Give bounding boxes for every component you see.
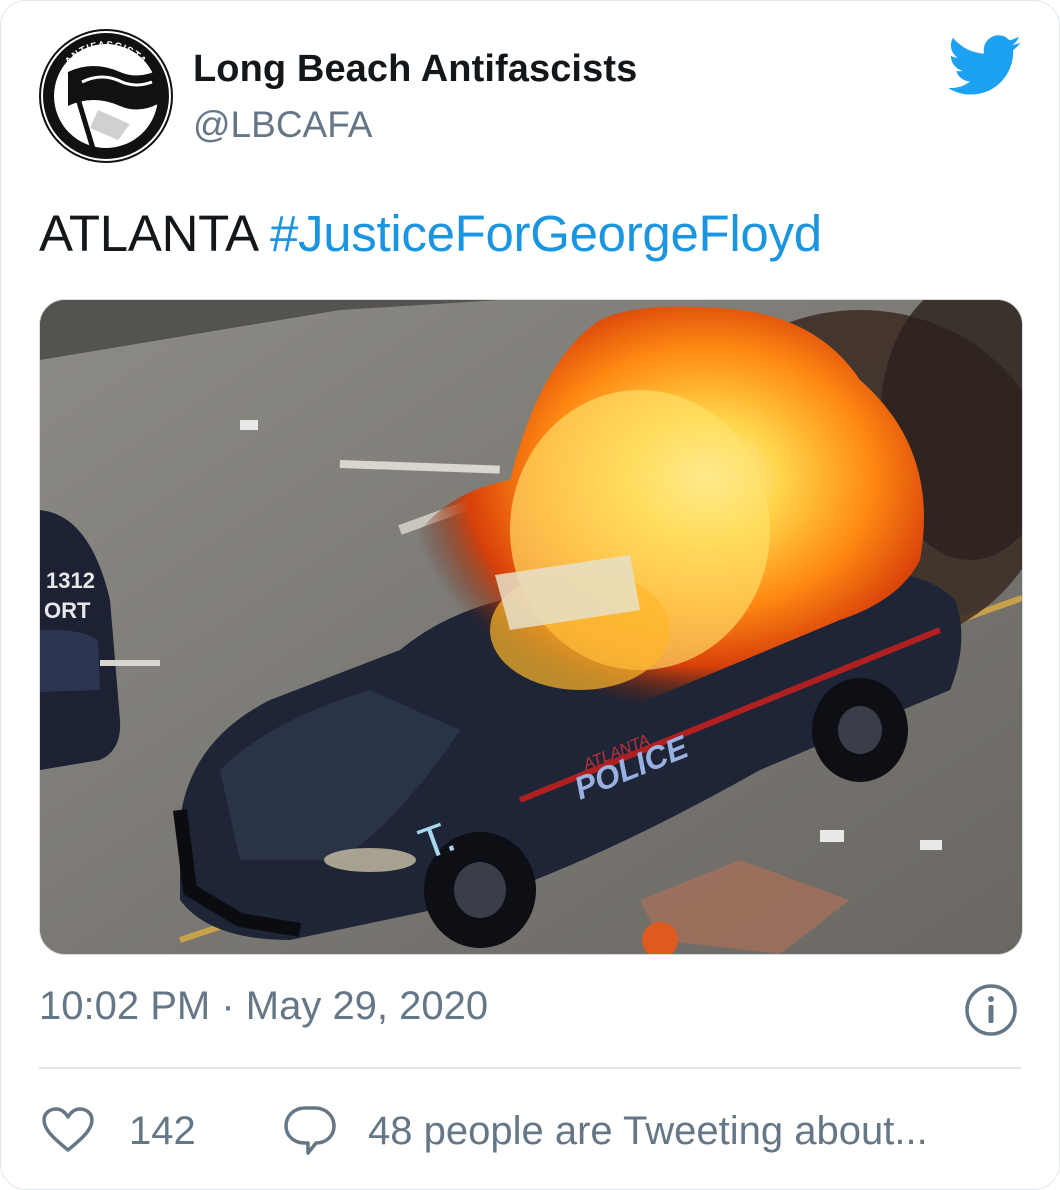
twitter-bird-icon[interactable]	[947, 35, 1023, 97]
user-handle[interactable]: @LBCAFA	[193, 104, 372, 146]
antifa-flag-logo: ANTIFASCISTA POR VIDA	[39, 29, 173, 163]
tweet-text: ATLANTA #JusticeForGeorgeFloyd	[39, 204, 822, 263]
tweet-photo[interactable]: 1312 ORT POLICE ATLANTA T.	[39, 299, 1023, 955]
left-car-text: 1312	[46, 568, 95, 593]
like-count[interactable]: 142	[129, 1109, 196, 1154]
display-name[interactable]: Long Beach Antifascists	[193, 48, 637, 91]
tweet-timestamp[interactable]: 10:02 PM · May 29, 2020	[39, 984, 488, 1029]
heart-icon[interactable]	[42, 1107, 94, 1153]
speech-bubble-icon[interactable]	[283, 1105, 337, 1157]
hashtag-link[interactable]: #JusticeForGeorgeFloyd	[270, 205, 822, 262]
conversation-link[interactable]: 48 people are Tweeting about...	[368, 1109, 928, 1154]
info-icon[interactable]	[964, 983, 1018, 1037]
tweet-body: ATLANTA	[39, 205, 257, 262]
tweet-card: ANTIFASCISTA POR VIDA Long Beach Antifas…	[0, 0, 1060, 1190]
divider	[39, 1067, 1021, 1069]
left-car-text-2: ORT	[44, 598, 91, 623]
avatar[interactable]: ANTIFASCISTA POR VIDA	[38, 28, 174, 164]
